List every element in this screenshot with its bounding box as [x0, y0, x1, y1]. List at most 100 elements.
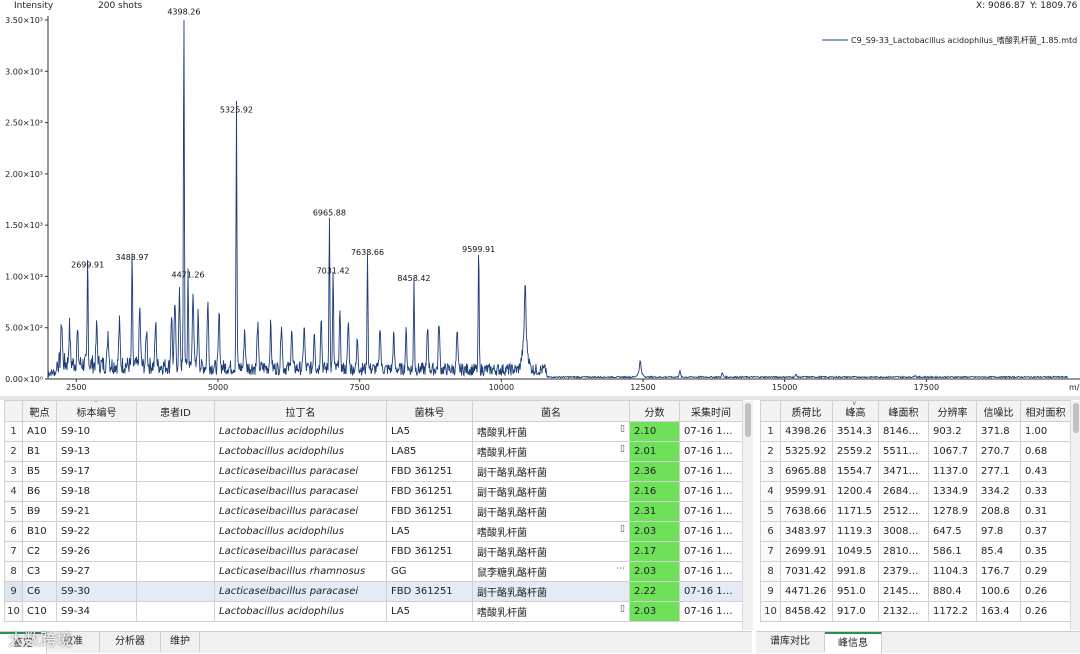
right-tab-bar: 谱库对比 峰信息 [756, 631, 1080, 654]
peak-label: 2699.91 [71, 260, 104, 269]
column-header-collect-time[interactable]: 采集时间 [679, 400, 743, 422]
column-header-strain[interactable]: 菌株号 [386, 400, 473, 422]
cell-resolution: 1278.9 [928, 501, 977, 522]
cell-sample-id: S9-21 [56, 501, 137, 522]
tab-maintenance[interactable]: 维护 [161, 632, 200, 652]
cell-resolution: 586.1 [928, 541, 977, 562]
chart-legend: C9_S9-33_Lactobacillus acidophilus_嗜酸乳杆菌… [822, 35, 1077, 45]
cell-collect-time: 07-16 10:… [679, 581, 743, 602]
cell-species-name: 副干酪乳酪杆菌 [472, 581, 630, 602]
cell-latin-name: Lactobacillus acidophilus [214, 601, 387, 622]
table-row[interactable]: 8 7031.42 991.8 23797.0 1104.3 176.7 0.29 [760, 561, 1071, 582]
cell-mz: 3483.97 [780, 521, 833, 542]
cell-sample-id: S9-27 [56, 561, 137, 582]
cell-snr: 277.1 [976, 461, 1021, 482]
row-number: 10 [760, 601, 781, 622]
cell-latin-name: Lacticaseibacillus paracasei [214, 481, 387, 502]
column-header-snr[interactable]: 信噪比 [976, 400, 1021, 422]
table-row[interactable]: 5 B9 S9-21 Lacticaseibacillus paracasei FBD … [4, 501, 743, 522]
cell-strain: FBD 361251 [386, 481, 473, 502]
y-tick-label: 3.50×10³ [5, 16, 43, 25]
sort-caret-icon: ^ [93, 400, 99, 407]
table-row[interactable]: 1 A10 S9-10 Lactobacillus acidophilus LA5 嗜酸乳… [4, 421, 743, 442]
table-row[interactable]: 8 C3 S9-27 Lacticaseibacillus rhamnosus GG 鼠李… [4, 561, 743, 582]
table-row[interactable]: 9 C6 S9-30 Lacticaseibacillus paracasei FBD … [4, 581, 743, 602]
cell-sample-id: S9-22 [56, 521, 137, 542]
y-tick-label: 5.00×10² [5, 324, 43, 333]
row-number: 7 [4, 541, 23, 562]
column-header-sample-id[interactable]: ^ 标本编号 [56, 400, 137, 422]
cell-target: C2 [22, 541, 57, 562]
tab-library-compare[interactable]: 谱库对比 [756, 632, 825, 652]
cell-sample-id: S9-18 [56, 481, 137, 502]
cell-collect-time: 07-16 10:… [679, 541, 743, 562]
cell-mz: 4398.26 [780, 421, 833, 442]
table-row[interactable]: 10 8458.42 917.0 21326.1 1172.2 163.4 0.26 [760, 601, 1071, 622]
tab-analyzer[interactable]: 分析器 [100, 632, 161, 652]
cell-sample-id: S9-10 [56, 421, 137, 442]
peak-info-table: 质荷比 v 峰高 峰面积 分辨率 信噪比 相对面积 1 4398.26 3514.3 8… [760, 400, 1071, 622]
column-header-mz[interactable]: 质荷比 [780, 400, 833, 422]
cell-score: 2.03 [629, 521, 680, 542]
table-row[interactable]: 7 C2 S9-26 Lacticaseibacillus paracasei FBD … [4, 541, 743, 562]
peak-scrollbar[interactable] [1070, 401, 1080, 630]
table-row[interactable]: 1 4398.26 3514.3 81463.8 903.2 371.8 1.00 [760, 421, 1071, 442]
tab-peak-info[interactable]: 峰信息 [825, 632, 882, 654]
cell-latin-name: Lacticaseibacillus paracasei [214, 461, 387, 482]
cell-peak-height: 917.0 [832, 601, 879, 622]
cell-sample-id: S9-26 [56, 541, 137, 562]
column-header-target[interactable]: 靶点 [22, 400, 57, 422]
watermark: 大数跨境 [8, 630, 73, 649]
table-row[interactable]: 9 4471.26 951.0 21450.6 880.4 100.6 0.26 [760, 581, 1071, 602]
cell-peak-area: 21326.1 [878, 601, 929, 622]
cell-score: 2.03 [629, 561, 680, 582]
cell-target: B10 [22, 521, 57, 542]
column-header-peak-area[interactable]: 峰面积 [878, 400, 929, 422]
table-row[interactable]: 2 B1 S9-13 Lactobacillus acidophilus LA85 嗜酸乳… [4, 441, 743, 462]
peak-label: 6965.88 [313, 209, 346, 218]
results-scroll-thumb[interactable] [745, 403, 751, 437]
peak-label: 7638.66 [351, 248, 384, 257]
table-row[interactable]: 7 2699.91 1049.5 28106.4 586.1 85.4 0.35 [760, 541, 1071, 562]
column-header-patient-id[interactable]: 患者ID [136, 400, 215, 422]
peak-scroll-thumb[interactable] [1073, 403, 1079, 433]
table-row[interactable]: 4 B6 S9-18 Lacticaseibacillus paracasei FBD … [4, 481, 743, 502]
cell-relative-area: 0.35 [1020, 541, 1071, 562]
cell-patient-id [136, 481, 215, 502]
bookmark-icon[interactable]: ▯ [620, 524, 625, 534]
row-number: 6 [760, 521, 781, 542]
column-header-latin-name[interactable]: 拉丁名 [214, 400, 387, 422]
column-header-resolution[interactable]: 分辨率 [928, 400, 977, 422]
cell-strain: GG [386, 561, 473, 582]
x-axis-unit: m/ [1069, 383, 1080, 392]
more-options-icon[interactable]: ⋯ [616, 564, 625, 574]
row-number: 4 [4, 481, 23, 502]
column-header-score[interactable]: 分数 [629, 400, 680, 422]
table-row[interactable]: 3 6965.88 1554.7 34718.5 1137.0 277.1 0.43 [760, 461, 1071, 482]
cell-patient-id [136, 441, 215, 462]
mass-spectrum-chart[interactable]: 0.00×10⁰ 5.00×10² 1.00×10³ 1.50×10³ 2.00×10³… [0, 0, 1080, 396]
table-row[interactable]: 5 7638.66 1171.5 25125.0 1278.9 208.8 0.31 [760, 501, 1071, 522]
bookmark-icon[interactable]: ▯ [620, 604, 625, 614]
column-header-peak-height[interactable]: v 峰高 [832, 400, 879, 422]
table-row[interactable]: 3 B5 S9-17 Lacticaseibacillus paracasei FBD … [4, 461, 743, 482]
cell-strain: LA5 [386, 601, 473, 622]
table-row[interactable]: 2 5325.92 2559.2 55119.6 1067.7 270.7 0.68 [760, 441, 1071, 462]
row-number: 6 [4, 521, 23, 542]
cell-species-name: 鼠李糖乳酪杆菌 ⋯ [472, 561, 630, 582]
table-row[interactable]: 4 9599.91 1200.4 26842.0 1334.9 334.2 0.33 [760, 481, 1071, 502]
cell-collect-time: 07-16 10:… [679, 521, 743, 542]
x-tick-label: 10000 [489, 383, 514, 392]
cell-resolution: 647.5 [928, 521, 977, 542]
bookmark-icon[interactable]: ▯ [620, 424, 625, 434]
column-header-relative-area[interactable]: 相对面积 [1020, 400, 1071, 422]
table-row[interactable]: 10 C10 S9-34 Lactobacillus acidophilus LA5 嗜酸… [4, 601, 743, 622]
cell-species-name: 副干酪乳酪杆菌 [472, 461, 630, 482]
peak-label: 4471.26 [171, 270, 204, 279]
column-header-species-name[interactable]: 菌名 [472, 400, 630, 422]
table-row[interactable]: 6 3483.97 1119.3 30089.0 647.5 97.8 0.37 [760, 521, 1071, 542]
bookmark-icon[interactable]: ▯ [620, 444, 625, 454]
results-scrollbar[interactable] [742, 401, 753, 630]
identification-results-table: 靶点 ^ 标本编号 患者ID 拉丁名 菌株号 菌名 分数 采集时间 1 A10 S9-… [4, 400, 743, 622]
table-row[interactable]: 6 B10 S9-22 Lactobacillus acidophilus LA5 嗜酸乳… [4, 521, 743, 542]
